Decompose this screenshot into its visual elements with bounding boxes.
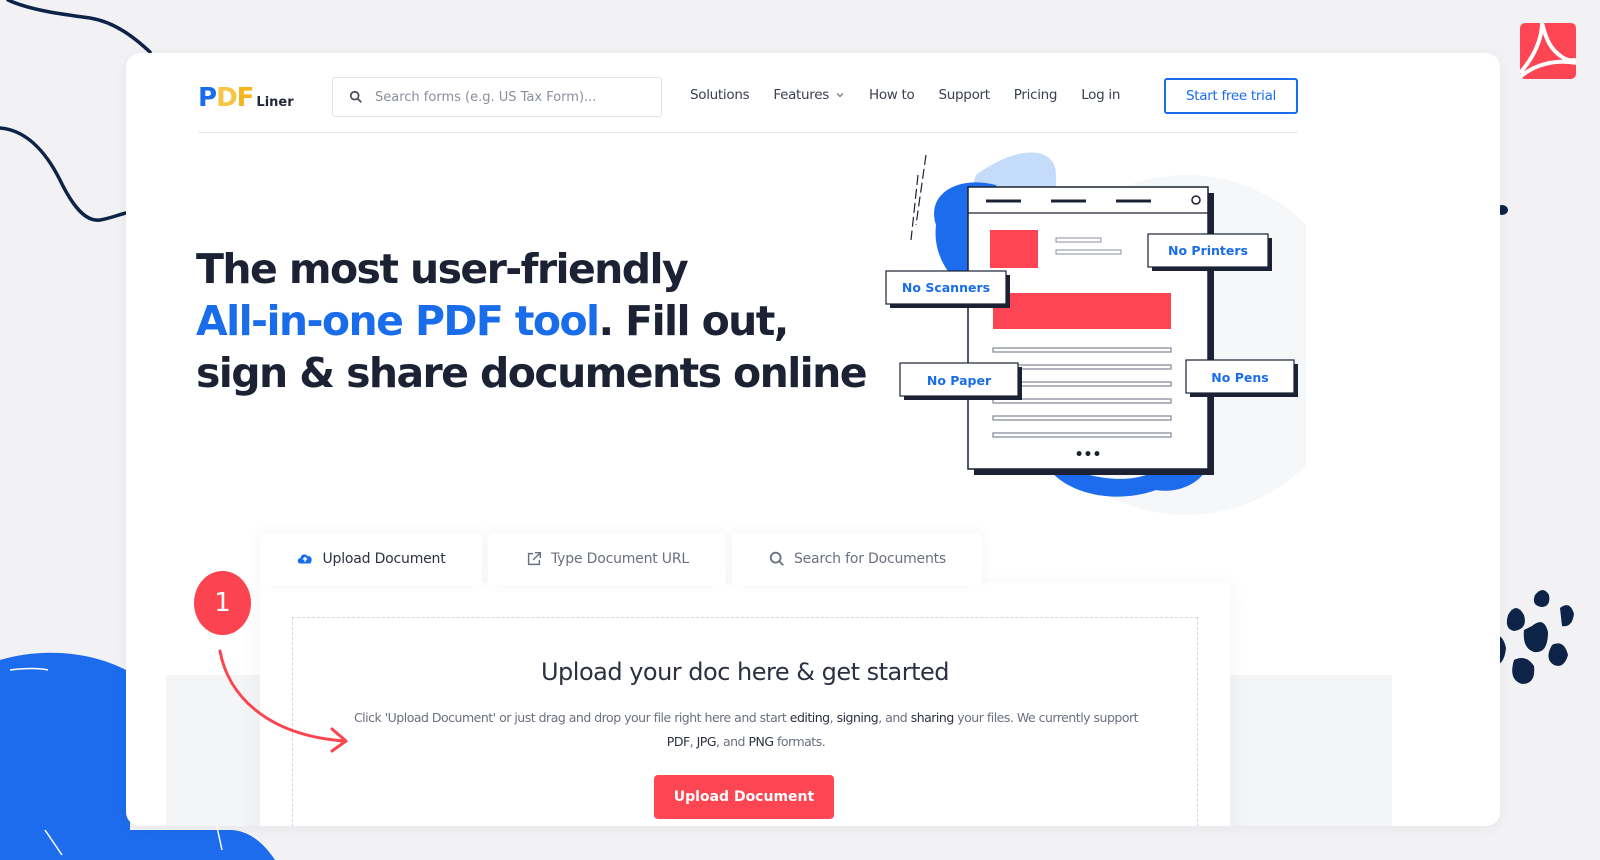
chevron-down-icon: [836, 93, 844, 98]
hero-line-3: sign & share documents online: [196, 349, 868, 397]
nav-label: How to: [869, 87, 915, 103]
pdfliner-logo[interactable]: PDF Liner: [198, 85, 294, 111]
nav-label: Log in: [1081, 87, 1121, 103]
nav-label: Solutions: [690, 87, 750, 103]
cloud-upload-icon: [298, 554, 313, 564]
adobe-acrobat-icon: [1520, 23, 1576, 79]
tab-label: Upload Document: [322, 551, 446, 567]
nav-solutions[interactable]: Solutions: [690, 87, 750, 103]
search-input[interactable]: [375, 89, 645, 105]
nav-login[interactable]: Log in: [1081, 87, 1120, 103]
badge-no-scanners: No Scanners: [885, 270, 1010, 308]
site-header: PDF Liner Solutions Features How to Supp…: [198, 77, 1298, 133]
tab-upload-document[interactable]: Upload Document: [260, 533, 482, 585]
decorative-dots-right: [1490, 205, 1574, 684]
start-free-trial-button[interactable]: Start free trial: [1164, 78, 1298, 114]
tab-label: Search for Documents: [793, 551, 947, 567]
step-number-badge: 1: [194, 571, 251, 635]
badge-label: No Paper: [927, 373, 992, 388]
search-icon: [769, 551, 784, 566]
badge-label: No Pens: [1211, 370, 1268, 385]
nav-label: Features: [773, 87, 829, 103]
hero-line-2-rest: . Fill out,: [598, 297, 790, 345]
hero-illustration: ••• No Printers No Scanners No Paper No …: [885, 152, 1306, 515]
nav-support[interactable]: Support: [938, 87, 991, 103]
hero-line-1: The most user-friendly: [196, 245, 689, 293]
logo-text: Liner: [256, 95, 294, 110]
main-nav: Solutions Features How to Support Pricin…: [690, 87, 1144, 103]
badge-no-printers: No Printers: [1147, 233, 1272, 271]
logo-mark: PDF: [198, 83, 254, 113]
badge-no-pens: No Pens: [1185, 359, 1298, 397]
badge-label: No Scanners: [902, 280, 990, 295]
annotation-arrow-icon: [218, 649, 348, 753]
nav-pricing[interactable]: Pricing: [1013, 87, 1058, 103]
signature-field: [993, 293, 1171, 329]
main-card: PDF Liner Solutions Features How to Supp…: [126, 53, 1500, 826]
search-box[interactable]: [332, 77, 662, 117]
nav-features[interactable]: Features: [773, 87, 845, 103]
upload-description: Click 'Upload Document' or just drag and…: [353, 710, 1139, 749]
nav-label: Support: [938, 87, 991, 103]
upload-title: Upload your doc here & get started: [540, 658, 950, 686]
nav-how-to[interactable]: How to: [869, 87, 915, 103]
image-placeholder: [990, 230, 1038, 268]
motion-lines: [910, 154, 927, 241]
tab-search-for-documents[interactable]: Search for Documents: [732, 533, 982, 585]
upload-document-button[interactable]: Upload Document: [654, 775, 834, 819]
tab-type-document-url[interactable]: Type Document URL: [488, 533, 726, 585]
external-link-icon: [527, 551, 542, 566]
upload-tabs: Upload Document Type Document URL Search…: [260, 533, 988, 585]
hero-heading: The most user-friendly All-in-one PDF to…: [196, 243, 868, 399]
nav-label: Pricing: [1013, 87, 1058, 103]
search-icon: [349, 90, 362, 103]
more-dots: •••: [1075, 447, 1102, 463]
badge-label: No Printers: [1168, 243, 1248, 258]
badge-no-paper: No Paper: [899, 362, 1022, 400]
hero-accent: All-in-one PDF tool: [196, 297, 600, 345]
tab-label: Type Document URL: [551, 551, 689, 567]
